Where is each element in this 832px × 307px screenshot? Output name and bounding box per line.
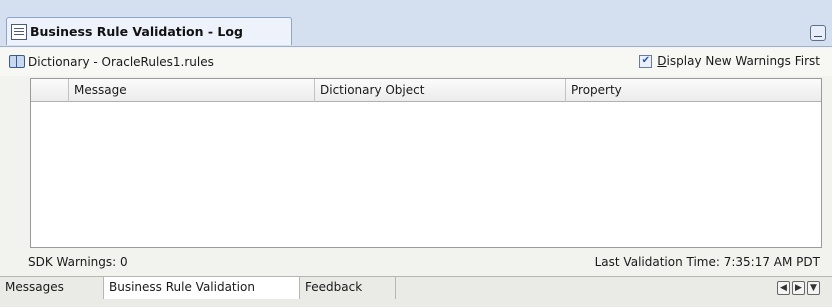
column-header-dictionary-object[interactable]: Dictionary Object [314,79,565,102]
arrow-right-icon[interactable]: ▶ [792,281,805,295]
book-icon [9,55,25,68]
column-header-property[interactable]: Property [565,79,821,102]
validation-log-window: Business Rule Validation - Log Dictionar… [0,0,832,307]
title-tab-strip: Business Rule Validation - Log [0,0,832,47]
log-tab[interactable]: Business Rule Validation - Log [6,17,292,45]
column-header-message[interactable]: Message [68,79,314,102]
display-new-warnings-first-checkbox[interactable]: ✔ [639,54,653,68]
dropdown-icon[interactable]: ▼ [807,281,820,295]
bottom-tab-bar: Messages Business Rule Validation Feedba… [0,276,832,307]
document-icon [11,23,27,40]
minimize-button[interactable] [810,25,826,41]
tab-feedback[interactable]: Feedback [300,277,396,299]
dictionary-label: Dictionary - OracleRules1.rules [28,55,214,69]
table-header: Message Dictionary Object Property [31,79,821,102]
table-header-indicator [31,79,68,102]
validation-message-table[interactable]: Message Dictionary Object Property [30,78,822,248]
tab-navigation: ◀ ▶ ▼ [777,281,820,295]
display-new-warnings-first-option[interactable]: ✔ Display New Warnings First [639,54,820,68]
arrow-left-icon[interactable]: ◀ [777,281,790,295]
last-validation-time: Last Validation Time: 7:35:17 AM PDT [594,255,820,269]
tab-messages[interactable]: Messages [0,277,104,299]
dictionary-header: Dictionary - OracleRules1.rules ✔ Displa… [0,48,832,76]
sdk-warnings-count: SDK Warnings: 0 [28,255,128,269]
log-tab-title: Business Rule Validation - Log [30,24,243,39]
tab-business-rule-validation[interactable]: Business Rule Validation [104,277,300,299]
display-new-warnings-first-label: Display New Warnings First [657,54,820,68]
